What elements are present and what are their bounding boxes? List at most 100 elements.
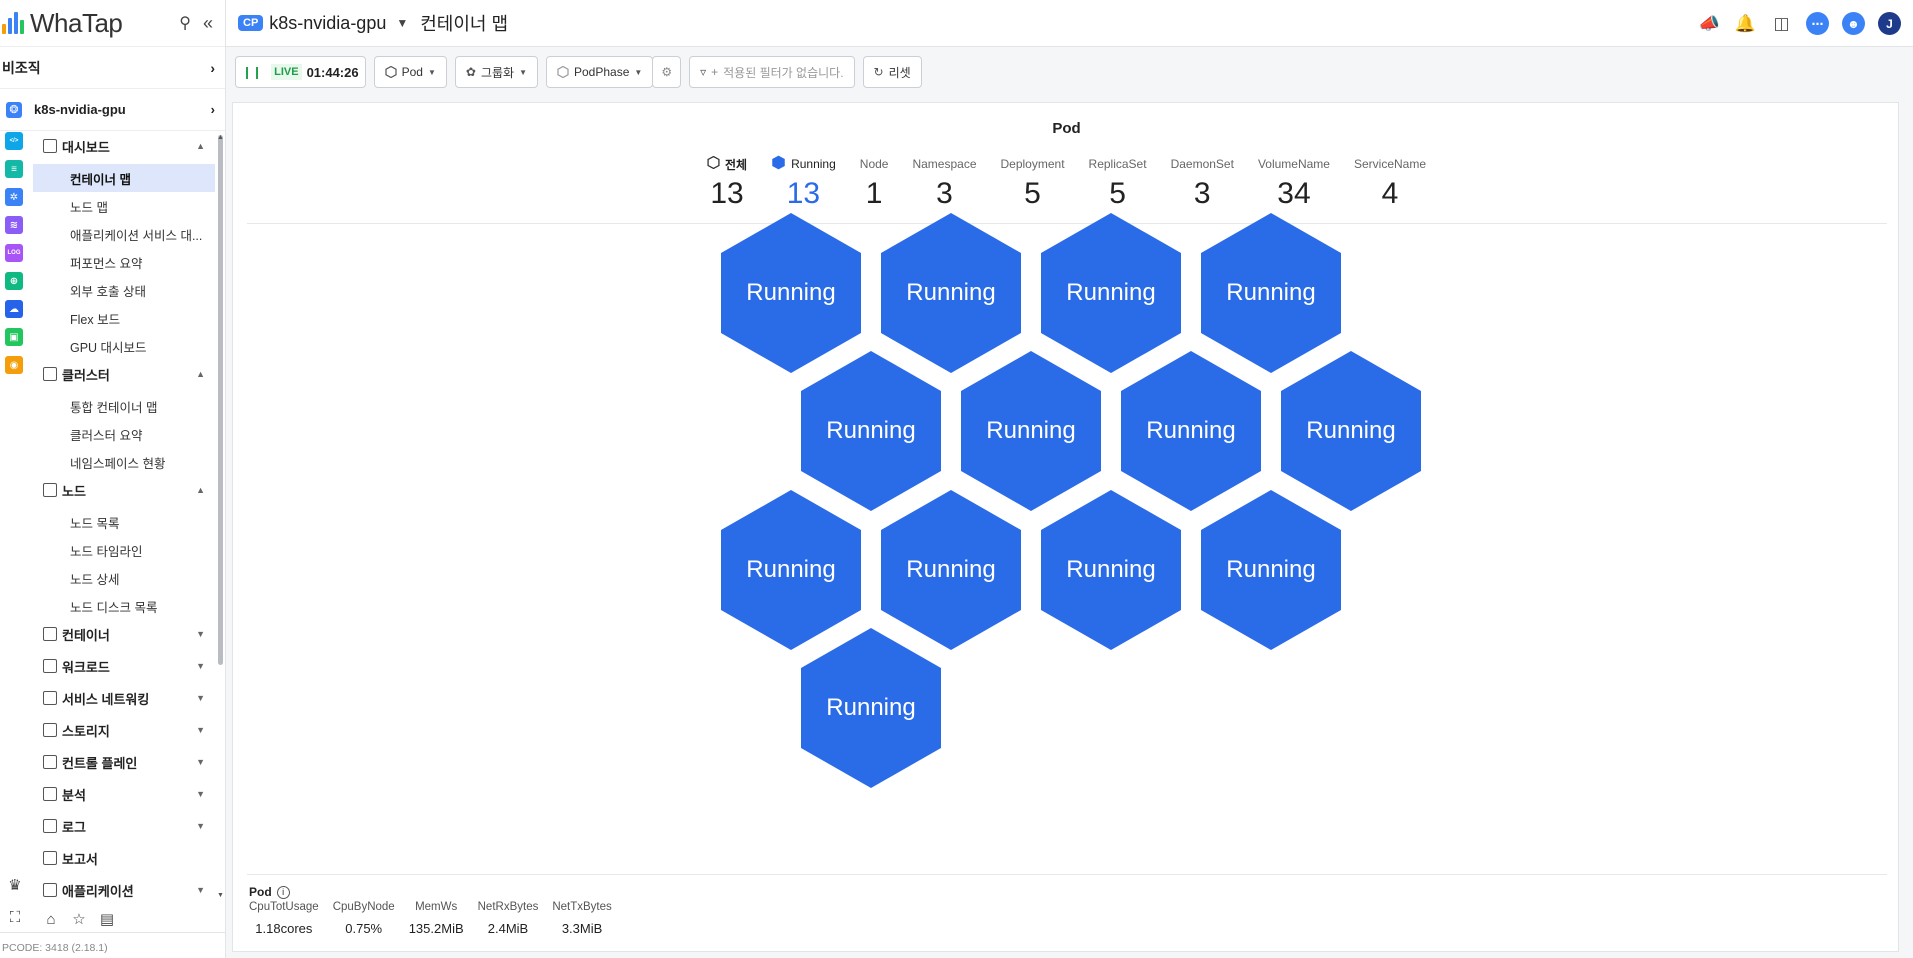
live-control[interactable]: ❙❙ LIVE 01:44:26 <box>235 56 366 88</box>
search-icon[interactable]: ⚲ <box>179 13 191 33</box>
caret-up-icon[interactable]: ▲ <box>196 485 205 495</box>
pod-hexagon[interactable]: Running <box>801 351 941 511</box>
logo-row: WhaTap ⚲ « <box>0 0 225 47</box>
menu-item[interactable]: 외부 호출 상태 <box>33 276 215 304</box>
star-icon[interactable]: ☆ <box>70 910 88 928</box>
pod-hexagon[interactable]: Running <box>881 213 1021 373</box>
database-icon[interactable]: ≋ <box>5 216 23 234</box>
pod-hexagon[interactable]: Running <box>721 490 861 650</box>
menu-item[interactable]: GPU 대시보드 <box>33 332 215 360</box>
pause-icon[interactable]: ❙❙ <box>242 65 262 79</box>
pod-status-label: Running <box>826 417 916 444</box>
menu-item[interactable]: 컨테이너 맵 <box>33 164 215 192</box>
reset-button[interactable]: ↻ 리셋 <box>862 56 922 88</box>
signal-icon[interactable]: ◉ <box>5 356 23 374</box>
pod-hexagon[interactable]: Running <box>721 213 861 373</box>
organization-selector[interactable]: 비조직 › <box>0 47 225 89</box>
server-icon[interactable]: ≡ <box>5 160 23 178</box>
logo-text[interactable]: WhaTap <box>30 8 123 39</box>
menu-group-3[interactable]: 컨테이너 ▼ <box>33 620 215 648</box>
pod-hexagon[interactable]: Running <box>881 490 1021 650</box>
menu-item[interactable]: 노드 디스크 목록 <box>33 592 215 620</box>
pod-hexagon[interactable]: Running <box>961 351 1101 511</box>
info-icon[interactable]: i <box>276 885 290 899</box>
pod-status-label: Running <box>1066 556 1156 583</box>
project-dropdown-icon[interactable]: ▼ <box>396 16 408 30</box>
caret-up-icon[interactable]: ▲ <box>196 369 205 379</box>
pod-phase-label: PodPhase <box>574 65 630 79</box>
log-icon[interactable]: LOG <box>5 244 23 262</box>
caret-down-icon[interactable]: ▼ <box>196 693 205 703</box>
live-badge: LIVE <box>271 64 302 80</box>
menu-group-1[interactable]: 클러스터 ▲ <box>33 360 215 388</box>
menu-item[interactable]: 클러스터 요약 <box>33 420 215 448</box>
paint-bucket-icon[interactable]: ♛ <box>6 876 24 894</box>
archive-icon[interactable]: ◫ <box>1770 12 1793 35</box>
pod-hexagon[interactable]: Running <box>1041 213 1181 373</box>
menu-group-6[interactable]: 스토리지 ▼ <box>33 716 215 744</box>
network-icon[interactable]: ⊕ <box>5 272 23 290</box>
menu-group-5[interactable]: 서비스 네트워킹 ▼ <box>33 684 215 712</box>
pod-status-label: Running <box>1226 279 1316 306</box>
chat-icon[interactable]: ⋯ <box>1806 12 1829 35</box>
settings-button[interactable]: ⚙ <box>652 56 682 88</box>
metric-label: NetRxBytes <box>477 901 539 913</box>
pod-hexagon[interactable]: Running <box>1121 351 1261 511</box>
menu-item[interactable]: 통합 컨테이너 맵 <box>33 392 215 420</box>
menu-group-10[interactable]: 보고서 <box>33 844 215 872</box>
caret-down-icon[interactable]: ▼ <box>196 661 205 671</box>
pod-hexagon[interactable]: Running <box>1041 490 1181 650</box>
pod-hexagon[interactable]: Running <box>801 628 941 788</box>
menu-group-8[interactable]: 분석 ▼ <box>33 780 215 808</box>
menu-group-4[interactable]: 워크로드 ▼ <box>33 652 215 680</box>
plus-icon: + <box>711 65 719 79</box>
pod-type-select[interactable]: Pod ▼ <box>373 56 447 88</box>
menu-group-2[interactable]: 노드 ▲ <box>33 476 215 504</box>
menu-item[interactable]: 노드 타임라인 <box>33 536 215 564</box>
pod-hexagon[interactable]: Running <box>1281 351 1421 511</box>
header-project-name[interactable]: k8s-nvidia-gpu <box>269 13 386 34</box>
browser-icon[interactable]: ▣ <box>5 328 23 346</box>
menu-group-label: 클러스터 <box>62 367 110 383</box>
caret-down-icon[interactable]: ▼ <box>196 821 205 831</box>
megaphone-icon[interactable]: 📣 <box>1698 12 1721 35</box>
menu-group-0[interactable]: 대시보드 ▲ <box>33 132 215 160</box>
menu-item[interactable]: 네임스페이스 현황 <box>33 448 215 476</box>
bell-icon[interactable]: 🔔 <box>1734 12 1757 35</box>
home-icon[interactable]: ⌂ <box>42 910 60 928</box>
collapse-sidebar-icon[interactable]: « <box>203 13 213 34</box>
pod-hexagon[interactable]: Running <box>1201 490 1341 650</box>
menu-item[interactable]: Flex 보드 <box>33 304 215 332</box>
menu-item[interactable]: 노드 맵 <box>33 192 215 220</box>
scroll-up-icon[interactable]: ▲ <box>217 134 224 141</box>
caret-up-icon[interactable]: ▲ <box>196 141 205 151</box>
project-selector[interactable]: ❂ k8s-nvidia-gpu › <box>0 89 225 131</box>
pod-status-label: Running <box>986 417 1076 444</box>
caret-down-icon[interactable]: ▼ <box>196 629 205 639</box>
user-avatar[interactable]: J <box>1878 12 1901 35</box>
fullscreen-icon[interactable]: ⛶ <box>6 908 24 926</box>
bot-icon[interactable]: ☻ <box>1842 12 1865 35</box>
code-icon[interactable]: </> <box>5 132 23 150</box>
cloud-icon[interactable]: ☁ <box>5 300 23 318</box>
metric-label: CpuByNode <box>332 901 395 913</box>
kubernetes-icon[interactable]: ✲ <box>5 188 23 206</box>
pod-phase-select[interactable]: PodPhase ▼ <box>546 56 654 88</box>
menu-item[interactable]: 노드 상세 <box>33 564 215 592</box>
filter-icon: ▿ <box>700 65 707 79</box>
menu-item[interactable]: 퍼포먼스 요약 <box>33 248 215 276</box>
caret-down-icon[interactable]: ▼ <box>196 725 205 735</box>
menu-group-7[interactable]: 컨트롤 플레인 ▼ <box>33 748 215 776</box>
caret-down-icon[interactable]: ▼ <box>196 757 205 767</box>
toolbar: ❙❙ LIVE 01:44:26 Pod ▼ ✿ 그룹화 ▼ PodPhase … <box>226 47 1913 97</box>
bookmark-search-icon[interactable]: ▤ <box>98 910 116 928</box>
filter-input[interactable]: ▿ + 적용된 필터가 없습니다. <box>689 56 855 88</box>
menu-item[interactable]: 애플리케이션 서비스 대... <box>33 220 215 248</box>
menu-group-9[interactable]: 로그 ▼ <box>33 812 215 840</box>
sidebar-scrollbar[interactable] <box>218 135 223 665</box>
pod-hexagon[interactable]: Running <box>1201 213 1341 373</box>
menu-item[interactable]: 노드 목록 <box>33 508 215 536</box>
summary-title: Pod i <box>249 885 290 899</box>
group-by-select[interactable]: ✿ 그룹화 ▼ <box>454 56 538 88</box>
caret-down-icon[interactable]: ▼ <box>196 789 205 799</box>
